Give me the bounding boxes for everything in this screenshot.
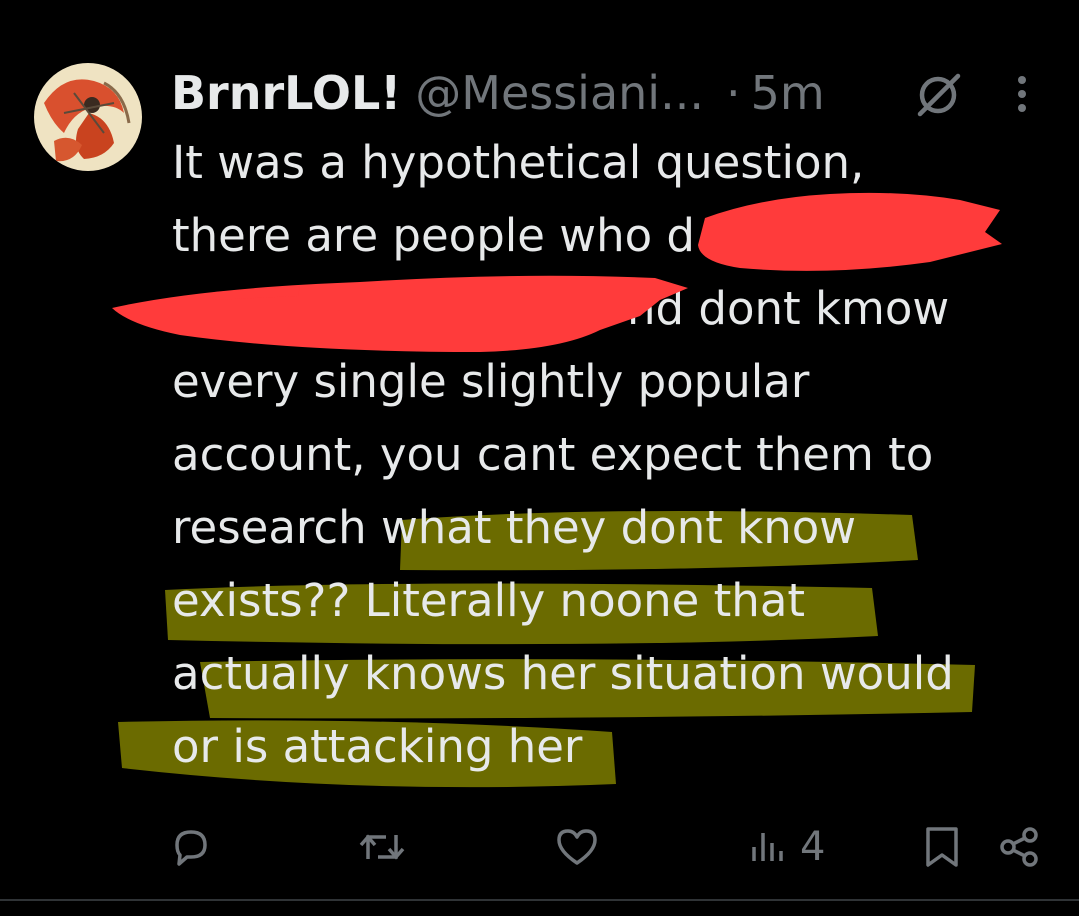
tweet-text: It was a hypothetical question, there ar… (172, 126, 1052, 783)
bookmark-button[interactable] (920, 812, 964, 882)
grok-icon[interactable] (912, 72, 968, 118)
views-icon (752, 833, 783, 861)
painted-portrait-avatar (34, 63, 142, 171)
partial-line-tail: nd dont kmow (627, 282, 950, 335)
text-line: or is attacking her (172, 720, 583, 773)
text-line: nd dont kmow (172, 272, 1052, 345)
user-handle[interactable]: @Messiani... (415, 66, 704, 120)
text-line: exists?? Literally noone that (172, 574, 806, 627)
text-line: every single slightly popular (172, 355, 810, 408)
reply-button[interactable] (167, 812, 215, 882)
text-line: account, you cant expect them to (172, 428, 934, 481)
share-button[interactable] (996, 812, 1044, 882)
text-line: It was a hypothetical question, (172, 136, 865, 189)
reply-icon (175, 830, 207, 866)
repost-button[interactable] (356, 812, 408, 882)
display-name[interactable]: BrnrLOL! (171, 66, 401, 120)
views-button[interactable]: 4 (750, 812, 825, 882)
heart-icon (557, 829, 597, 865)
repost-icon (359, 834, 405, 860)
text-line: actually knows her situation would (172, 647, 954, 700)
separator-dot: · (725, 66, 741, 120)
avatar[interactable] (34, 63, 142, 171)
divider (0, 899, 1079, 901)
text-line: research what they dont know (172, 501, 857, 554)
bookmark-icon (926, 827, 958, 867)
tweet-header: BrnrLOL! @Messiani... · 5m (171, 66, 825, 120)
action-bar: 4 (0, 812, 1079, 882)
text-line: there are people who d (172, 209, 695, 262)
views-count: 4 (800, 824, 826, 870)
more-icon[interactable] (1010, 74, 1034, 114)
timestamp[interactable]: 5m (751, 66, 825, 120)
share-icon (1000, 827, 1038, 867)
like-button[interactable] (551, 812, 603, 882)
